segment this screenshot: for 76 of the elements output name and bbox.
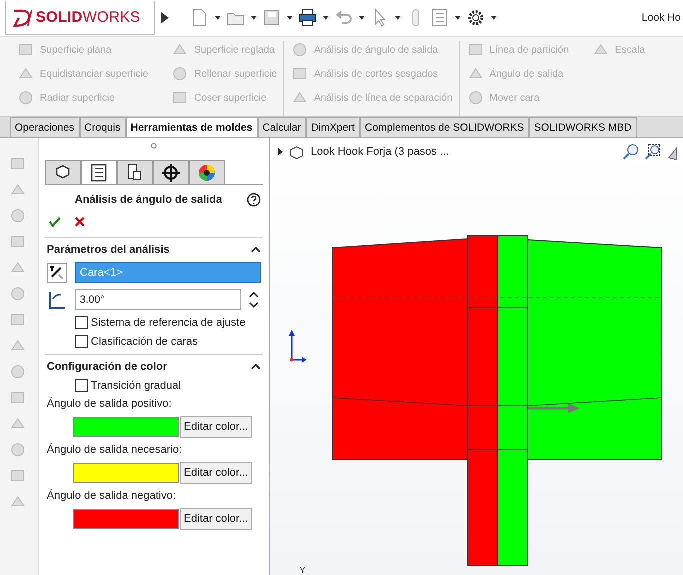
caret-icon[interactable]	[455, 16, 461, 20]
edit-color-button[interactable]: Editar color...	[180, 508, 252, 530]
expand-arrow-icon[interactable]	[278, 148, 283, 156]
zoom-area-icon[interactable]	[645, 144, 661, 160]
axis-triad-icon	[289, 330, 308, 363]
crosshair-icon	[161, 162, 181, 182]
grip-icon[interactable]	[151, 143, 157, 149]
panel-tab[interactable]	[45, 160, 81, 184]
collapse-chevron-icon[interactable]	[251, 247, 261, 253]
color-label: Ángulo de salida necesario:	[47, 444, 184, 456]
tab[interactable]: Complementos de SOLIDWORKS	[360, 117, 530, 137]
caret-icon[interactable]	[491, 16, 497, 20]
save-icon[interactable]	[263, 9, 281, 27]
tool-shape-icon	[468, 42, 484, 58]
tab[interactable]: DimXpert	[306, 117, 360, 137]
ds-logo-icon	[12, 8, 34, 28]
color-swatch[interactable]	[73, 417, 179, 437]
angle-field[interactable]: 3.00°	[75, 289, 241, 310]
settings-icon[interactable]	[467, 9, 485, 27]
help-icon[interactable]	[247, 193, 261, 207]
caret-icon[interactable]	[215, 16, 221, 20]
checkbox[interactable]	[75, 316, 88, 329]
new-document-icon[interactable]	[191, 9, 209, 27]
section-title: Parámetros del análisis	[47, 244, 170, 256]
collapse-chevron-icon[interactable]	[251, 364, 261, 370]
tool-shape-icon	[292, 42, 308, 58]
tree-label[interactable]: Look Hook Forja (3 pasos ...	[311, 146, 450, 158]
tool-shape-icon	[18, 42, 34, 58]
logo-text: SOLIDWORKS	[36, 9, 141, 26]
ok-check-icon[interactable]	[49, 217, 61, 227]
tab[interactable]: Calcular	[258, 117, 306, 137]
document-title: Look Ho	[642, 12, 681, 24]
tab[interactable]: SOLIDWORKS MBD	[529, 117, 637, 137]
checkbox[interactable]	[75, 335, 88, 348]
tool-shape-icon	[172, 66, 188, 82]
tab[interactable]: Operaciones	[10, 117, 80, 137]
caret-icon[interactable]	[251, 16, 257, 20]
caret-icon[interactable]	[395, 16, 401, 20]
property-list-icon	[89, 162, 109, 182]
tool-shape-icon	[172, 90, 188, 106]
edit-color-button[interactable]: Editar color...	[180, 462, 252, 484]
zoom-fit-icon[interactable]	[623, 144, 639, 160]
caret-icon[interactable]	[323, 16, 329, 20]
edit-color-button[interactable]: Editar color...	[180, 416, 252, 438]
panel-tab[interactable]	[81, 160, 117, 184]
color-swatch[interactable]	[73, 509, 179, 529]
checkbox-label: Sistema de referencia de ajuste	[91, 316, 246, 328]
panel-tab[interactable]	[153, 160, 189, 184]
color-wheel-icon	[197, 162, 217, 182]
panel-tab[interactable]	[117, 160, 153, 184]
tool-shape-icon	[468, 90, 484, 106]
panel-title: Análisis de ángulo de salida	[75, 194, 222, 206]
list-icon[interactable]	[431, 9, 449, 27]
tool-shape-icon	[292, 66, 308, 82]
tool-shape-icon	[18, 90, 34, 106]
caret-icon[interactable]	[287, 16, 293, 20]
part-icon	[289, 144, 305, 160]
checkbox-label: Transición gradual	[91, 380, 182, 392]
section-title: Configuración de color	[47, 361, 168, 373]
checkbox[interactable]	[75, 379, 88, 392]
expand-arrow-icon[interactable]	[161, 12, 169, 24]
spinner-icon[interactable]	[249, 290, 259, 308]
panel-tab[interactable]	[189, 160, 225, 184]
axis-label: Y	[300, 566, 306, 575]
cancel-x-icon[interactable]	[75, 217, 85, 227]
tab[interactable]: Herramientas de moldes	[126, 117, 258, 137]
print-icon[interactable]	[299, 9, 317, 27]
checkbox-label: Clasificación de caras	[91, 336, 198, 348]
color-label: Ángulo de salida negativo:	[47, 490, 178, 502]
angle-icon	[47, 290, 67, 310]
color-label: Ángulo de salida positivo:	[47, 398, 173, 410]
direction-arrow	[528, 403, 581, 414]
caret-icon[interactable]	[359, 16, 365, 20]
color-swatch[interactable]	[73, 463, 179, 483]
tab[interactable]: Croquis	[80, 117, 126, 137]
face-selection-field[interactable]: Cara<1>	[75, 262, 261, 283]
